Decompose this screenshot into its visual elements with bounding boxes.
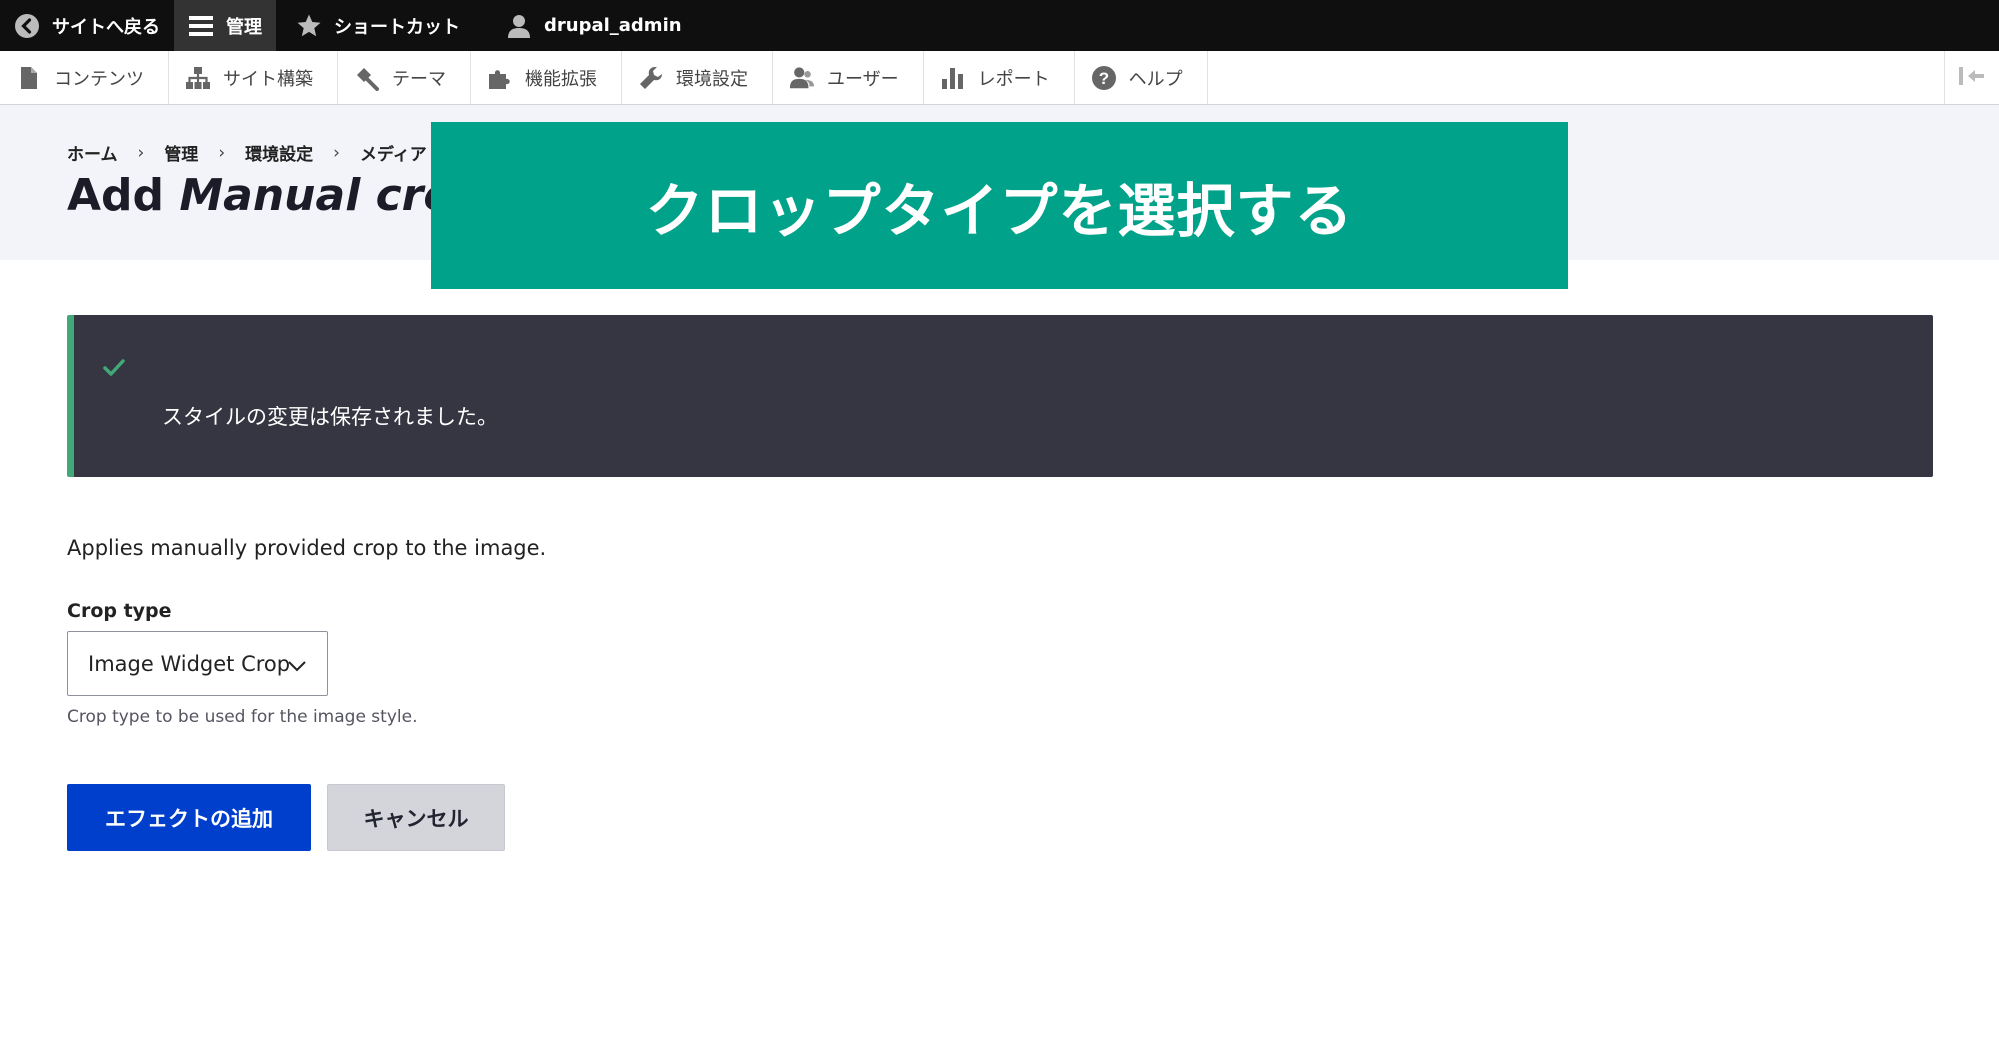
sitemap-icon [185,65,211,91]
admin-menu-tray: コンテンツ サイト構築 テーマ 機能拡張 環境設定 ユーザー レポート ? ヘル… [0,51,1999,105]
back-to-site-link[interactable]: サイトへ戻る [0,0,174,51]
crop-type-select[interactable]: Image Widget Crop [67,631,328,696]
breadcrumb-separator: › [137,142,145,163]
bar-chart-icon [940,65,966,91]
tray-item-content[interactable]: コンテンツ [0,51,169,104]
breadcrumb-separator: › [218,142,226,163]
people-icon [789,65,815,91]
add-effect-button[interactable]: エフェクトの追加 [67,784,311,851]
tray-item-label: ユーザー [827,68,899,90]
breadcrumb-item-admin[interactable]: 管理 [164,140,198,165]
tray-item-label: サイト構築 [223,68,313,90]
breadcrumb-item-media[interactable]: メディア [360,140,427,165]
tray-item-label: ヘルプ [1128,68,1183,90]
svg-text:?: ? [1098,69,1108,88]
tray-item-label: コンテンツ [54,68,144,90]
crop-type-help-text: Crop type to be used for the image style… [67,707,418,727]
star-icon [296,13,322,39]
chevron-down-icon [287,654,307,672]
breadcrumb-item-config[interactable]: 環境設定 [245,140,313,165]
breadcrumb: ホーム › 管理 › 環境設定 › メディア [67,140,427,166]
chevron-left-circle-icon [14,13,40,39]
cancel-button[interactable]: キャンセル [327,784,505,851]
admin-toolbar: サイトへ戻る 管理 ショートカット drupal_admin [0,0,1999,51]
breadcrumb-item-home[interactable]: ホーム [67,140,118,165]
tray-item-label: レポート [977,68,1050,90]
page-title-prefix: Add [67,170,180,221]
user-tab[interactable]: drupal_admin [492,0,696,51]
status-message-text: スタイルの変更は保存されました。 [162,405,498,429]
tray-item-help[interactable]: ? ヘルプ [1075,51,1208,104]
tray-item-people[interactable]: ユーザー [773,51,924,104]
tray-item-label: 環境設定 [676,68,748,90]
effect-description: Applies manually provided crop to the im… [67,536,547,560]
file-icon [16,65,42,91]
breadcrumb-separator: › [333,142,340,163]
shortcuts-label: ショートカット [334,16,460,38]
wrench-icon [638,65,664,91]
crop-type-selected-value: Image Widget Crop [88,651,291,676]
tray-orientation-toggle[interactable] [1944,51,1999,104]
user-label: drupal_admin [544,15,682,36]
crop-type-label: Crop type [67,600,172,622]
tray-item-label: 機能拡張 [525,68,597,90]
tray-item-label: テーマ [392,68,446,90]
manage-label: 管理 [226,16,262,38]
status-message: ステータスメッセージ スタイルの変更は保存されました。 [67,315,1933,694]
orientation-toggle-icon [1958,66,1986,90]
manage-tab[interactable]: 管理 [174,0,276,51]
help-icon: ? [1091,65,1117,91]
tray-item-appearance[interactable]: テーマ [338,51,471,104]
paintbrush-icon [354,65,380,91]
page-title: Add Manual crop [67,170,485,221]
tray-item-structure[interactable]: サイト構築 [169,51,338,104]
back-to-site-label: サイトへ戻る [52,16,160,38]
tray-item-configuration[interactable]: 環境設定 [622,51,773,104]
shortcuts-tab[interactable]: ショートカット [282,0,474,51]
puzzle-icon [487,65,513,91]
tray-item-reports[interactable]: レポート [924,51,1075,104]
hamburger-icon [188,13,214,39]
tray-item-extend[interactable]: 機能拡張 [471,51,622,104]
checkmark-icon [102,355,126,379]
caption-banner: クロップタイプを選択する [431,122,1568,289]
user-icon [506,13,532,39]
